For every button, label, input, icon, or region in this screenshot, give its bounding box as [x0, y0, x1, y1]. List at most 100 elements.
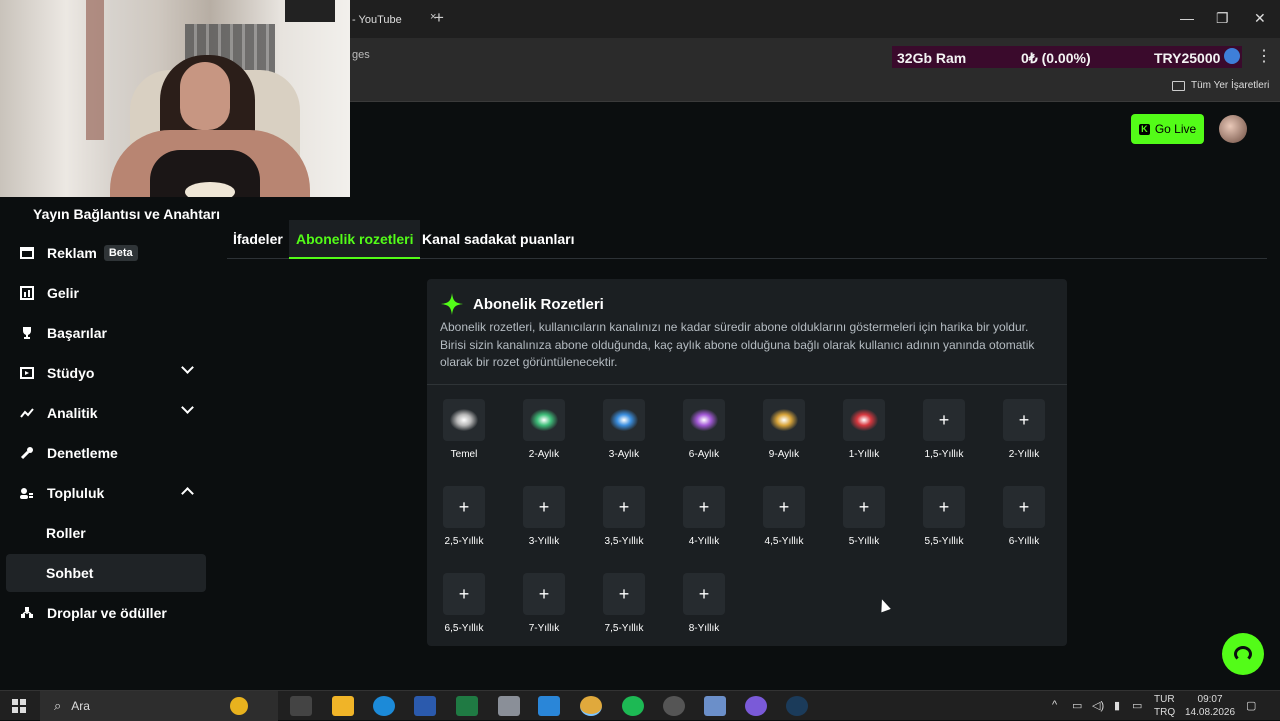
badge-slot[interactable]: +6,5-Yıllık [434, 573, 494, 634]
sidebar-item-label: Sohbet [46, 565, 94, 581]
go-live-label: Go Live [1154, 122, 1197, 136]
volume-icon[interactable]: ◁) [1092, 699, 1104, 712]
badge-slot[interactable]: 6-Aylık [674, 399, 734, 460]
badge-slot[interactable]: +8-Yıllık [674, 573, 734, 634]
browser-menu-button[interactable]: ⋮ [1256, 46, 1272, 66]
add-badge-button[interactable]: + [683, 573, 725, 615]
tab-subscriber-badges[interactable]: Abonelik rozetleri [289, 220, 421, 259]
add-badge-button[interactable]: + [923, 399, 965, 441]
add-badge-button[interactable]: + [683, 486, 725, 528]
badge-label: 2-Aylık [528, 449, 560, 460]
badge-slot[interactable]: +6-Yıllık [994, 486, 1054, 547]
badge-label: 3-Yıllık [528, 536, 560, 547]
chevron-down-icon[interactable] [181, 401, 194, 414]
galaxy-badge-icon[interactable] [443, 399, 485, 441]
galaxy-badge-icon[interactable] [603, 399, 645, 441]
galaxy-badge-icon[interactable] [843, 399, 885, 441]
badge-slot[interactable]: +3-Yıllık [514, 486, 574, 547]
new-tab-button[interactable]: + [434, 8, 444, 28]
sidebar-item-studio[interactable]: Stüdyo [6, 354, 206, 392]
chevron-up-icon[interactable] [181, 487, 194, 500]
close-window-button[interactable]: ✕ [1254, 10, 1266, 27]
add-badge-button[interactable]: + [603, 486, 645, 528]
webcam-feed [0, 0, 350, 197]
sidebar-item-revenue[interactable]: Gelir [6, 274, 206, 312]
network-icon[interactable]: ▭ [1132, 699, 1142, 712]
badge-slot[interactable]: 1-Yıllık [834, 399, 894, 460]
add-badge-button[interactable]: + [843, 486, 885, 528]
notification-icon[interactable]: ▢ [1246, 699, 1256, 712]
badge-label: 3,5-Yıllık [604, 536, 644, 547]
add-badge-button[interactable]: + [1003, 486, 1045, 528]
galaxy-badge-icon[interactable] [763, 399, 805, 441]
badge-slot[interactable]: +3,5-Yıllık [594, 486, 654, 547]
badge-slot[interactable]: +2,5-Yıllık [434, 486, 494, 547]
badge-slot[interactable]: 3-Aylık [594, 399, 654, 460]
obs-icon[interactable] [663, 696, 685, 716]
sidebar-item-moderation[interactable]: Denetleme [6, 434, 206, 472]
badge-slot[interactable]: +1,5-Yıllık [914, 399, 974, 460]
tab-loyalty-points[interactable]: Kanal sadakat puanları [422, 220, 575, 259]
discord-icon[interactable] [745, 696, 767, 716]
minimize-button[interactable]: — [1180, 10, 1194, 26]
add-badge-button[interactable]: + [923, 486, 965, 528]
app-icon[interactable] [704, 696, 726, 716]
add-badge-button[interactable]: + [443, 573, 485, 615]
badge-slot[interactable]: +4-Yıllık [674, 486, 734, 547]
go-live-button[interactable]: K Go Live [1131, 114, 1204, 144]
calculator-icon[interactable] [498, 696, 520, 716]
sidebar-item-ads[interactable]: Reklam Beta [6, 234, 206, 272]
steam-icon[interactable] [786, 696, 808, 716]
task-view-icon[interactable] [290, 696, 312, 716]
sidebar-item-community[interactable]: Topluluk [6, 474, 206, 512]
badge-slot[interactable]: 2-Aylık [514, 399, 574, 460]
maximize-button[interactable]: ❐ [1216, 10, 1229, 27]
word-icon[interactable] [414, 696, 436, 716]
plus-icon: + [698, 496, 710, 517]
sidebar-item-achievements[interactable]: Başarılar [6, 314, 206, 352]
add-badge-button[interactable]: + [523, 573, 565, 615]
add-badge-button[interactable]: + [603, 573, 645, 615]
community-icon [19, 486, 34, 501]
badge-slot[interactable]: Temel [434, 399, 494, 460]
badge-label: 5,5-Yıllık [924, 536, 964, 547]
badge-slot[interactable]: 9-Aylık [754, 399, 814, 460]
sidebar-item-chat[interactable]: Sohbet [6, 554, 206, 592]
add-badge-button[interactable]: + [1003, 399, 1045, 441]
clock[interactable]: 09:07 14.08.2026 [1185, 693, 1235, 719]
language-indicator[interactable]: TUR TRQ [1154, 693, 1175, 719]
tab-emotes[interactable]: İfadeler [233, 220, 283, 259]
add-badge-button[interactable]: + [443, 486, 485, 528]
badge-slot[interactable]: +5,5-Yıllık [914, 486, 974, 547]
all-bookmarks-label: Tüm Yer İşaretleri [1191, 80, 1270, 91]
badge-slot[interactable]: +2-Yıllık [994, 399, 1054, 460]
chevron-down-icon[interactable] [181, 361, 194, 374]
galaxy-badge-icon[interactable] [523, 399, 565, 441]
all-bookmarks-button[interactable]: Tüm Yer İşaretleri [1172, 80, 1269, 91]
store-icon[interactable] [538, 696, 560, 716]
sidebar-item-drops[interactable]: Droplar ve ödüller [6, 594, 206, 632]
badge-slot[interactable]: +7,5-Yıllık [594, 573, 654, 634]
badge-slot[interactable]: +5-Yıllık [834, 486, 894, 547]
stream-key-link[interactable]: Yayın Bağlantısı ve Anahtarı [33, 206, 220, 222]
excel-icon[interactable] [456, 696, 478, 716]
galaxy-badge-icon[interactable] [683, 399, 725, 441]
help-button[interactable] [1222, 633, 1264, 675]
avatar[interactable] [1219, 115, 1247, 143]
address-text[interactable]: ges [352, 49, 370, 61]
file-explorer-icon[interactable] [332, 696, 354, 716]
chrome-icon[interactable] [580, 696, 602, 716]
add-badge-button[interactable]: + [523, 486, 565, 528]
add-badge-button[interactable]: + [763, 486, 805, 528]
badge-slot[interactable]: +7-Yıllık [514, 573, 574, 634]
spotify-icon[interactable] [622, 696, 644, 716]
edge-icon[interactable] [373, 696, 395, 716]
sidebar-item-analytics[interactable]: Analitik [6, 394, 206, 432]
tray-expand-icon[interactable]: ^ [1052, 699, 1057, 711]
windows-start-icon[interactable] [12, 699, 26, 713]
sidebar-item-label: Topluluk [47, 485, 105, 501]
badge-slot[interactable]: +4,5-Yıllık [754, 486, 814, 547]
plus-icon: + [1018, 409, 1030, 430]
sidebar-item-roles[interactable]: Roller [6, 514, 206, 552]
copilot-icon[interactable] [230, 697, 248, 715]
